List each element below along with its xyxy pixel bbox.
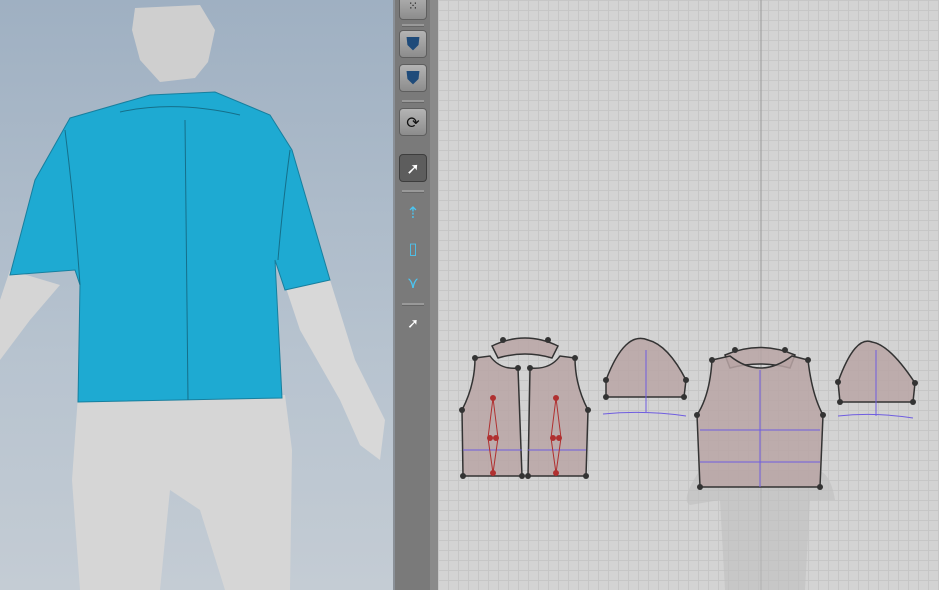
avatar-with-garment: [0, 5, 385, 590]
separator: [402, 190, 424, 193]
pattern-pieces[interactable]: [461, 337, 916, 488]
free-sewing-button[interactable]: ⋎: [399, 268, 427, 296]
avatar-silhouette: [686, 470, 835, 590]
transform-pattern-icon: ➚: [406, 158, 420, 178]
transform-pattern-button[interactable]: ➚: [399, 154, 427, 182]
separator: [402, 303, 424, 306]
avatar-left-arm: [0, 270, 60, 360]
simulate-refresh-button[interactable]: ⟳: [399, 108, 427, 136]
tool-bar: ⁙ ⛊ ⛊ ⟳ ➚ ⇡ ▯ ⋎ ➚: [393, 0, 432, 590]
separator: [402, 100, 424, 103]
garment-front-icon: ⛊: [406, 33, 420, 55]
avatar-legs: [72, 395, 292, 590]
2d-pattern-viewport[interactable]: [438, 0, 939, 590]
avatar-right-arm: [285, 280, 385, 460]
arrange-points-icon: ⁙: [407, 0, 419, 13]
free-sewing-icon: ⋎: [407, 272, 419, 292]
garment-shirt[interactable]: [9, 91, 331, 403]
edit-point-line-button[interactable]: ⇡: [399, 198, 427, 226]
separator: [402, 24, 424, 27]
3d-viewport[interactable]: [0, 0, 393, 590]
texture-edit-icon: ➚: [407, 316, 419, 332]
pattern-canvas: [459, 0, 918, 590]
segment-sewing-button[interactable]: ▯: [399, 234, 427, 262]
edit-point-line-icon: ⇡: [406, 202, 420, 222]
garment-avatar-icon: ⛊: [406, 67, 420, 89]
avatar-head: [132, 5, 215, 82]
segment-sewing-icon: ▯: [408, 238, 418, 258]
garment-front-button[interactable]: ⛊: [399, 30, 427, 58]
garment-avatar-button[interactable]: ⛊: [399, 64, 427, 92]
texture-edit-button[interactable]: ➚: [399, 310, 427, 338]
arrange-points-button[interactable]: ⁙: [399, 0, 427, 20]
simulate-refresh-icon: ⟳: [406, 112, 420, 132]
front-left-piece[interactable]: [461, 355, 523, 477]
